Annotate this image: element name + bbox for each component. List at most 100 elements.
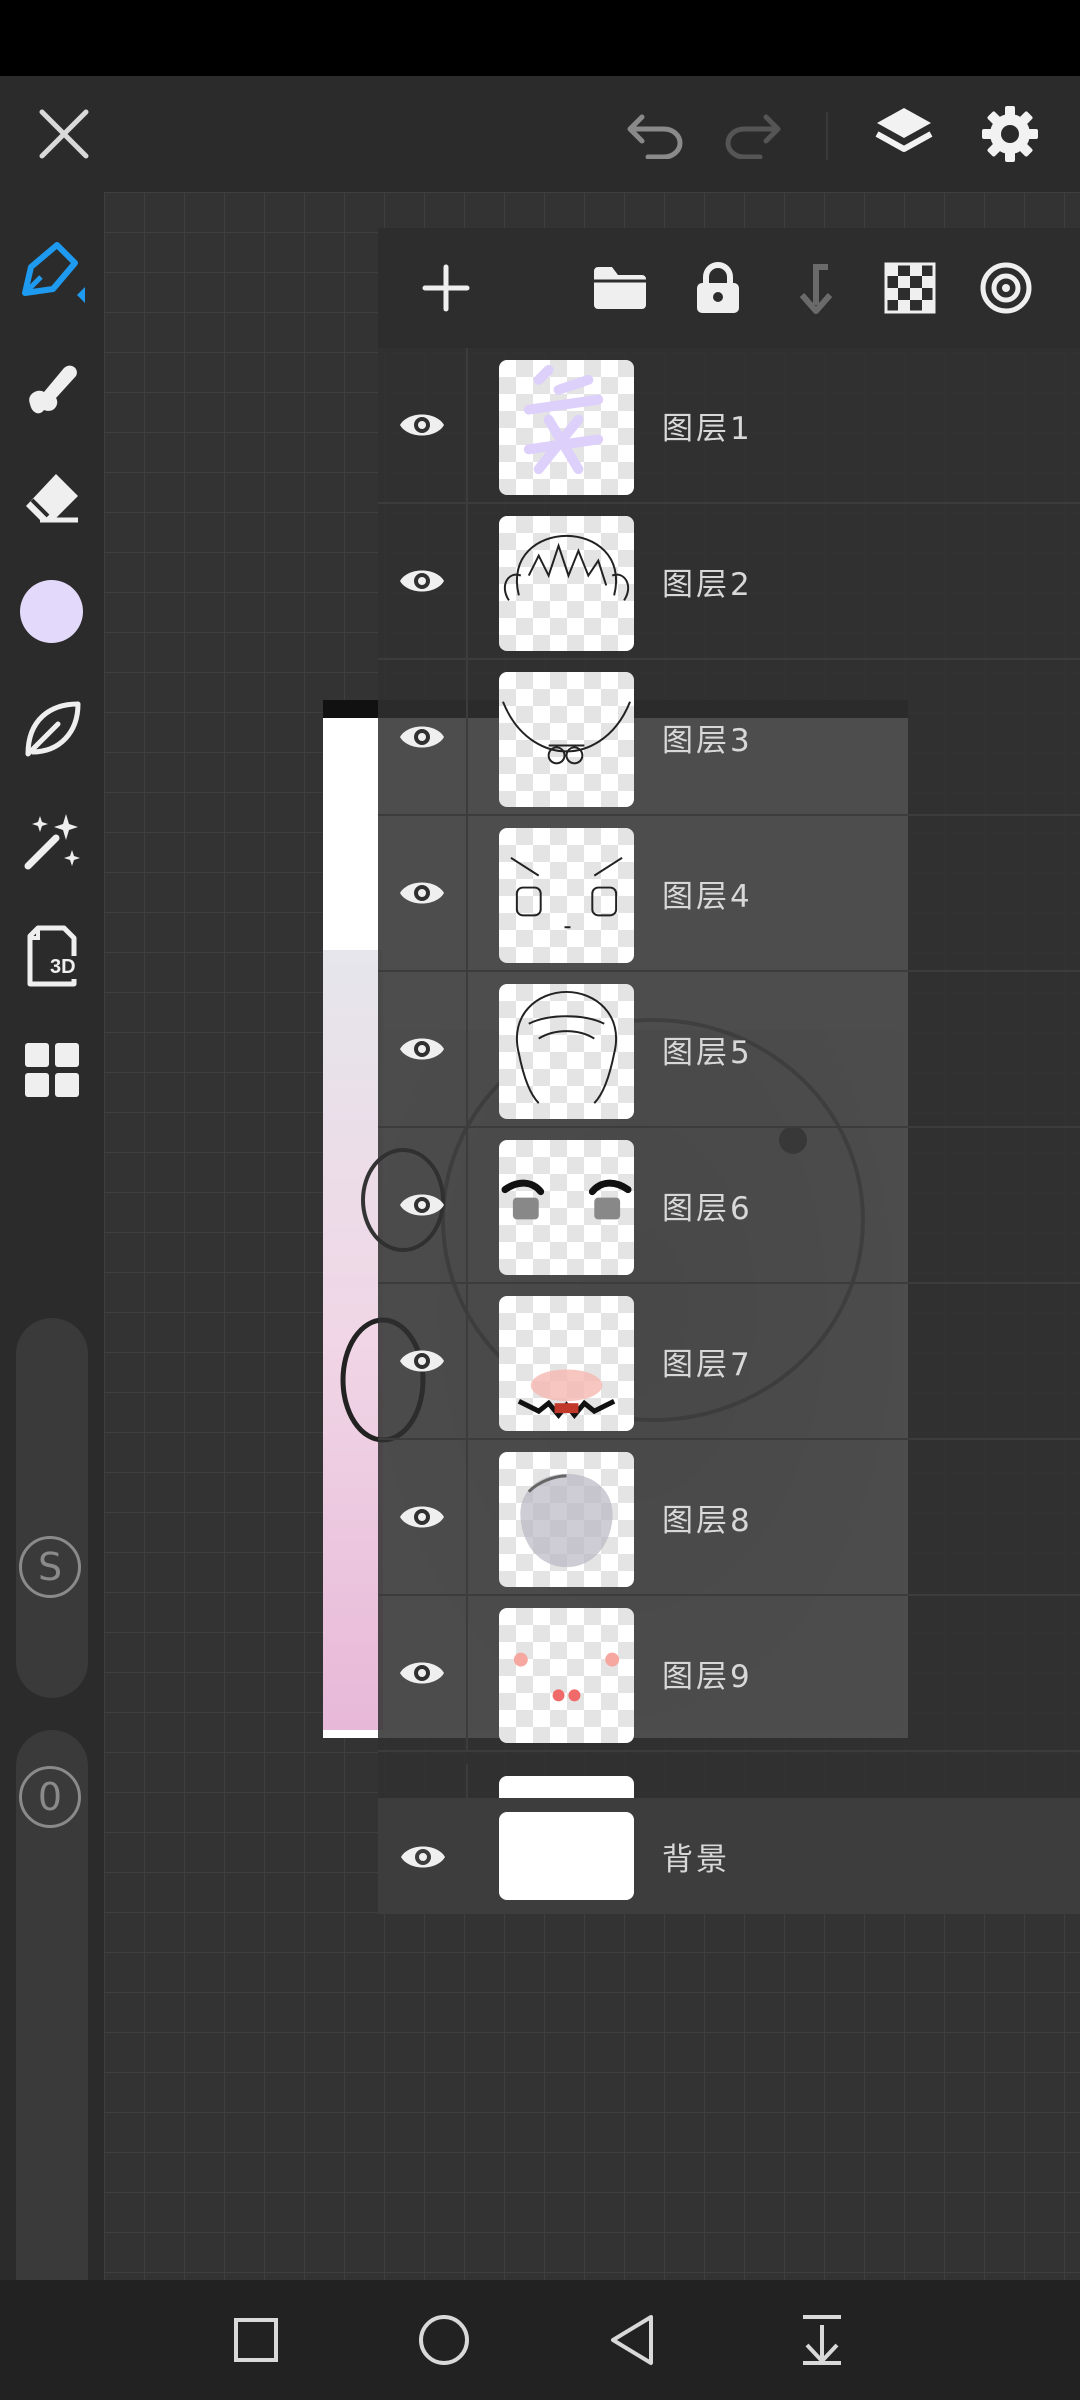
layer-name: 图层9 — [662, 1658, 753, 1695]
layer-visibility-toggle[interactable] — [378, 348, 468, 502]
eye-icon — [400, 414, 444, 436]
layer-name: 图层8 — [662, 1502, 753, 1539]
layer-visibility-toggle[interactable] — [378, 504, 468, 658]
layer-thumbnail — [499, 1296, 634, 1431]
background-layer-name: 背景 — [662, 1841, 730, 1878]
merge-down-button[interactable] — [778, 252, 850, 324]
layer-row[interactable]: 图层1 — [378, 348, 1080, 504]
home-button[interactable] — [412, 2308, 476, 2372]
magic-wand-button[interactable] — [14, 804, 90, 880]
brush-size-knob[interactable]: S — [19, 1536, 81, 1598]
smudge-icon — [29, 365, 77, 414]
leaf-tool-button[interactable] — [14, 690, 90, 766]
layer-thumbnail — [499, 360, 634, 495]
layer-visibility-toggle[interactable] — [378, 1128, 468, 1282]
layer-visibility-toggle[interactable] — [378, 1284, 468, 1438]
circle-icon — [419, 2315, 469, 2365]
add-layer-button[interactable] — [410, 252, 482, 324]
eraser-icon — [26, 474, 78, 523]
back-button[interactable] — [600, 2308, 664, 2372]
redo-button[interactable] — [716, 98, 788, 170]
layers-panel: 图层1 图层2 图层3 图层4 图层5 图层6 图层7 图层8 图层9 背景 — [378, 228, 1080, 1914]
pen-tool-button[interactable] — [14, 234, 90, 310]
leaf-icon — [25, 701, 81, 757]
layer-row[interactable]: 图层3 — [378, 660, 1080, 816]
system-nav-bar — [0, 2280, 1080, 2400]
eye-icon — [400, 882, 444, 904]
color-swatch[interactable] — [20, 580, 83, 643]
eye-icon — [400, 1662, 444, 1684]
magic-wand-icon — [24, 814, 80, 870]
notification-pull-button[interactable] — [790, 2308, 854, 2372]
layer-thumbnail — [499, 984, 634, 1119]
layers-button[interactable] — [866, 96, 942, 172]
layers-icon — [875, 108, 933, 152]
lock-icon — [697, 262, 739, 313]
close-icon — [39, 109, 89, 159]
layer-visibility-toggle[interactable] — [378, 1440, 468, 1594]
brush-size-slider[interactable] — [16, 1318, 88, 1698]
smudge-tool-button[interactable] — [14, 348, 90, 424]
status-bar — [0, 0, 1080, 76]
background-visibility-toggle[interactable] — [388, 1822, 458, 1892]
layer-name: 图层2 — [662, 566, 753, 603]
layer-thumbnail — [499, 828, 634, 963]
background-thumbnail — [499, 1812, 634, 1900]
blend-mode-icon — [980, 262, 1032, 314]
settings-button[interactable] — [972, 96, 1048, 172]
background-layer-row[interactable]: 背景 — [378, 1798, 1080, 1914]
folder-button[interactable] — [584, 252, 656, 324]
layer-row[interactable]: 图层8 — [378, 1440, 1080, 1596]
layer-row[interactable]: 图层4 — [378, 816, 1080, 972]
layer-thumbnail — [499, 1452, 634, 1587]
layer-visibility-toggle[interactable] — [378, 660, 468, 814]
square-icon — [234, 2318, 278, 2362]
eraser-tool-button[interactable] — [14, 462, 90, 538]
close-button[interactable] — [28, 98, 100, 170]
eye-icon — [400, 726, 444, 748]
layer-name: 图层7 — [662, 1346, 753, 1383]
eye-icon — [400, 570, 444, 592]
transparency-lock-button[interactable] — [874, 252, 946, 324]
3d-label: 3D — [48, 956, 78, 979]
layer-thumbnail — [499, 1608, 634, 1743]
layer-thumbnail — [499, 516, 634, 651]
layer-thumbnail — [499, 672, 634, 807]
layer-visibility-toggle[interactable] — [378, 816, 468, 970]
transparency-icon — [884, 262, 936, 314]
layer-row[interactable]: 图层6 — [378, 1128, 1080, 1284]
layer-visibility-toggle[interactable] — [378, 1596, 468, 1750]
redo-icon — [725, 114, 781, 159]
left-toolbar: 3D S 0 — [0, 192, 104, 2330]
layer-thumbnail — [499, 1140, 634, 1275]
undo-button[interactable] — [620, 98, 692, 170]
lock-layer-button[interactable] — [682, 252, 754, 324]
layer-row[interactable]: 图层2 — [378, 504, 1080, 660]
merge-down-icon — [799, 264, 833, 314]
layer-name: 图层4 — [662, 878, 753, 915]
triangle-back-icon — [611, 2315, 653, 2365]
layer-name: 图层3 — [662, 722, 753, 759]
toolbar-divider — [826, 112, 828, 160]
grid-tool-button[interactable] — [14, 1032, 90, 1108]
pen-icon — [22, 242, 85, 303]
layer-row[interactable]: 图层5 — [378, 972, 1080, 1128]
folder-icon — [594, 267, 646, 309]
opacity-knob[interactable]: 0 — [19, 1766, 81, 1828]
grid-icon — [25, 1043, 79, 1097]
3d-tool-button[interactable]: 3D — [14, 918, 90, 994]
eye-icon — [400, 1038, 444, 1060]
eye-icon — [401, 1846, 445, 1868]
blend-mode-button[interactable] — [970, 252, 1042, 324]
layer-name: 图层6 — [662, 1190, 753, 1227]
layer-row[interactable]: 图层7 — [378, 1284, 1080, 1440]
layer-name: 图层1 — [662, 410, 753, 447]
layer-visibility-toggle[interactable] — [378, 972, 468, 1126]
plus-icon — [422, 264, 470, 312]
eye-icon — [400, 1194, 444, 1216]
pull-down-icon — [803, 2315, 841, 2365]
partial-layer-row — [378, 1764, 1080, 1798]
recent-apps-button[interactable] — [224, 2308, 288, 2372]
layer-row[interactable]: 图层9 — [378, 1596, 1080, 1752]
eye-icon — [400, 1506, 444, 1528]
